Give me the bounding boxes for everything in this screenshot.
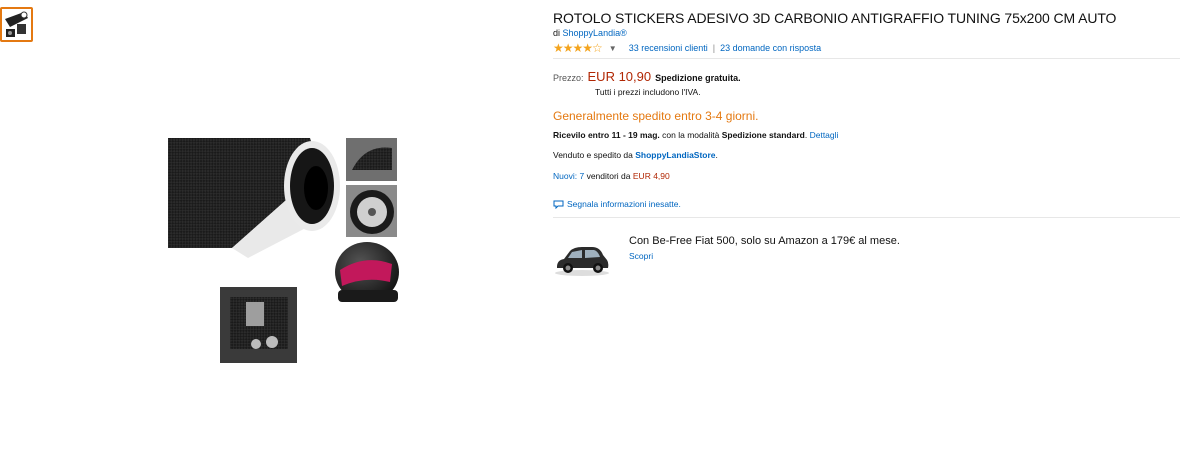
price-label: Prezzo: (553, 73, 584, 83)
report-incorrect-info-link[interactable]: Segnala informazioni inesatte. (567, 199, 681, 209)
divider (553, 58, 1180, 59)
image-thumbnail[interactable] (0, 7, 33, 42)
vat-note: Tutti i prezzi includono l'IVA. (595, 87, 701, 97)
seller-suffix: . (715, 150, 718, 160)
other-offers: Nuovi: 7 venditori da EUR 4,90 (553, 171, 670, 181)
delivery-dot: . (804, 130, 808, 140)
new-offers-link[interactable]: Nuovi: 7 (553, 171, 584, 181)
seller-prefix: Venduto e spedito da (553, 150, 633, 160)
main-product-image[interactable] (160, 130, 410, 370)
offers-middle: venditori da (586, 171, 631, 181)
details-link[interactable]: Dettagli (810, 130, 839, 140)
product-title: ROTOLO STICKERS ADESIVO 3D CARBONIO ANTI… (553, 10, 1117, 26)
lowest-price: EUR 4,90 (632, 171, 670, 181)
by-prefix: di (553, 28, 561, 38)
free-shipping: Spedizione gratuita. (655, 73, 741, 83)
photo-helmet (335, 242, 399, 302)
speech-bubble-icon (553, 200, 564, 209)
delivery-method: Spedizione standard (721, 130, 805, 140)
seller-info: Venduto e spedito da ShoppyLandiaStore. (553, 150, 718, 160)
report-row: Segnala informazioni inesatte. (553, 199, 681, 209)
price-row: Prezzo: EUR 10,90 Spedizione gratuita. (553, 69, 741, 84)
delivery-prefix: Ricevilo entro (553, 130, 610, 140)
brand-link[interactable]: ShoppyLandia® (563, 28, 627, 38)
car-icon (555, 247, 609, 276)
rating-row: ★★★★☆ ▼ 33 recensioni clienti | 23 doman… (553, 41, 821, 55)
delivery-estimate: Ricevilo entro 11 - 19 mag. con la modal… (553, 130, 838, 140)
promo-link[interactable]: Scopri (629, 251, 653, 261)
delivery-dates: 11 - 19 mag. (611, 130, 660, 140)
thumbnail-image (3, 11, 30, 38)
chevron-down-icon[interactable]: ▼ (609, 44, 617, 53)
delivery-middle: con la modalità (662, 130, 720, 140)
seller-link[interactable]: ShoppyLandiaStore (635, 150, 715, 160)
product-collage (168, 138, 399, 363)
divider (553, 217, 1180, 218)
price-value: EUR 10,90 (587, 69, 652, 84)
reviews-link[interactable]: 33 recensioni clienti (629, 43, 708, 53)
byline: di ShoppyLandia® (553, 28, 627, 38)
separator: | (712, 43, 716, 53)
availability: Generalmente spedito entro 3-4 giorni. (553, 109, 759, 123)
questions-link[interactable]: 23 domande con risposta (720, 43, 821, 53)
star-rating[interactable]: ★★★★☆ (553, 42, 603, 54)
promo-text: Con Be-Free Fiat 500, solo su Amazon a 1… (629, 235, 900, 247)
